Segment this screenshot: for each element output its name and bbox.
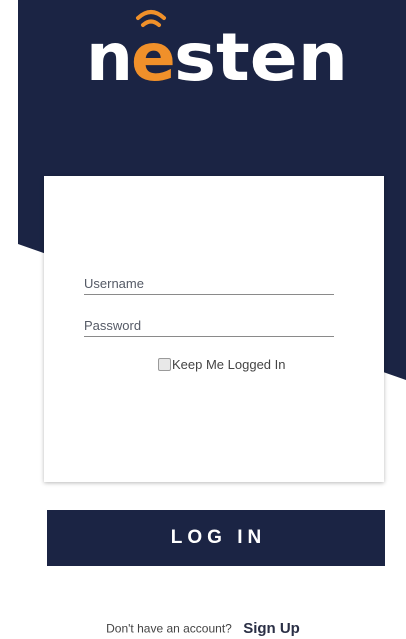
logo-text-accent-e: e [131, 19, 176, 96]
keep-logged-in-checkbox[interactable] [158, 358, 171, 371]
signup-link[interactable]: Sign Up [243, 620, 300, 637]
logo-text-sten: sten [174, 19, 348, 96]
login-card: Keep Me Logged In [44, 176, 384, 482]
keep-logged-in-label: Keep Me Logged In [172, 357, 286, 372]
password-input[interactable] [84, 314, 334, 337]
logo-text-n: n [86, 19, 133, 96]
login-button[interactable]: LOG IN [47, 510, 385, 566]
keep-logged-in-row[interactable]: Keep Me Logged In [158, 357, 285, 372]
username-input[interactable] [84, 272, 334, 295]
signup-prompt-text: Don't have an account? [106, 621, 232, 636]
signup-prompt-row: Don't have an account? Sign Up [0, 620, 406, 637]
brand-logo: n e sten [86, 10, 348, 96]
